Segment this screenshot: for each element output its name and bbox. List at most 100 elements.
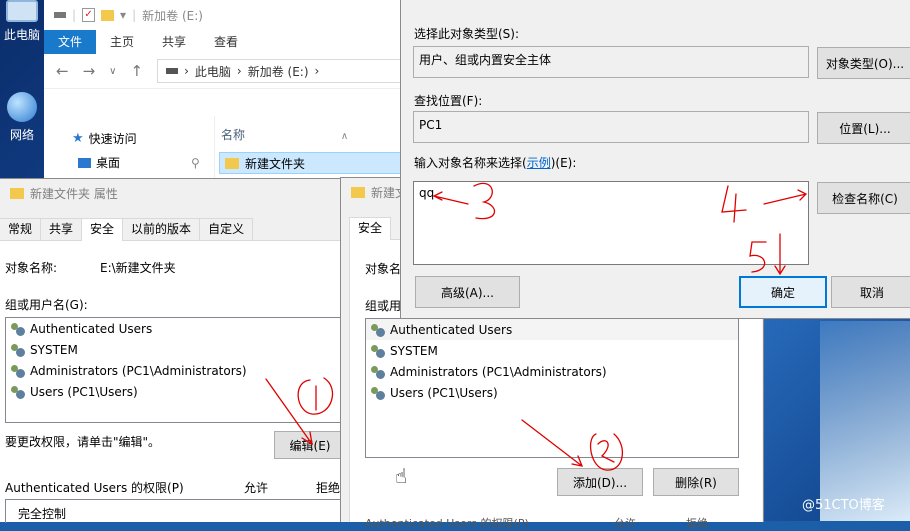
object-name-label: 对象名称: (5, 261, 58, 275)
location-field: PC1 (413, 111, 809, 143)
pin-icon[interactable]: ⚲ (191, 156, 200, 170)
remove-button[interactable]: 删除(R) (653, 468, 739, 496)
permissions-label: Authenticated Users 的权限(P) (5, 481, 184, 495)
permissions-list[interactable]: 完全控制 (5, 499, 346, 523)
groups-label: 组或用户名(G): (5, 298, 88, 312)
users-group-icon (10, 385, 26, 399)
folder-name: 新建文件夹 (245, 156, 306, 171)
list-item[interactable]: Administrators (PC1\Administrators) (6, 360, 346, 381)
list-item[interactable]: Administrators (PC1\Administrators) (366, 361, 738, 382)
location-label: 查找位置(F): (414, 94, 483, 108)
locations-button[interactable]: 位置(L)... (817, 112, 910, 144)
users-group-icon (10, 322, 26, 336)
object-names-label: 输入对象名称来选择(示例)(E): (414, 156, 577, 170)
star-icon: ★ (72, 131, 84, 146)
check-names-button[interactable]: 检查名称(C) (817, 182, 910, 214)
users-group-icon (10, 343, 26, 357)
ribbon-tab-file[interactable]: 文件 (44, 30, 97, 54)
nav-quick-access[interactable]: ★ 快速访问 (72, 130, 137, 147)
groups-listbox[interactable]: Authenticated Users SYSTEM Administrator… (365, 318, 739, 458)
globe-icon (7, 92, 37, 122)
object-name-value: E:\新建文件夹 (100, 261, 176, 275)
breadcrumb-drive[interactable]: 新加卷 (E:) (248, 63, 309, 80)
properties-tabs: 常规 共享 安全 以前的版本 自定义 (0, 218, 344, 242)
object-names-input[interactable]: qq (413, 181, 809, 265)
ribbon-tab-home[interactable]: 主页 (96, 30, 148, 54)
quick-access-dropdown-icon[interactable]: ▾ (120, 8, 126, 22)
cancel-button[interactable]: 取消 (831, 276, 910, 308)
breadcrumb-separator: › (314, 64, 320, 78)
users-group-icon (370, 386, 386, 400)
tab-previous-versions[interactable]: 以前的版本 (122, 218, 201, 240)
nav-label: 快速访问 (88, 132, 137, 146)
users-group-icon (10, 364, 26, 378)
desktop-icon-network[interactable]: 网络 (0, 92, 44, 143)
sort-up-icon: ∧ (340, 131, 349, 142)
recent-dropdown-icon[interactable]: ∨ (109, 66, 116, 77)
properties-title: 新建文件夹 属性 (30, 187, 118, 201)
desktop-icon-label: 网络 (9, 128, 34, 142)
tab-general[interactable]: 常规 (0, 218, 42, 240)
drive-icon (166, 68, 179, 74)
explorer-window: | ✓ ▾ | 新加卷 (E:) 文件 主页 共享 查看 ← → ∨ ↑ › 此… (44, 0, 436, 180)
groups-listbox[interactable]: Authenticated Users SYSTEM Administrator… (5, 317, 346, 423)
folder-icon (351, 187, 365, 198)
desktop-icon-label: 此电脑 (3, 28, 40, 42)
list-item[interactable]: SYSTEM (366, 340, 738, 361)
deny-column-header: 拒绝 (686, 517, 708, 530)
list-item[interactable]: Authenticated Users (366, 319, 738, 340)
folder-icon[interactable] (101, 9, 115, 21)
tab-customize[interactable]: 自定义 (199, 218, 254, 240)
permissions-label: Authenticated Users 的权限(P) (365, 517, 529, 530)
users-group-icon (370, 323, 386, 337)
list-item[interactable]: Users (PC1\Users) (366, 382, 738, 403)
allow-column-header: 允许 (244, 481, 269, 495)
forward-arrow-icon[interactable]: → (83, 62, 96, 80)
examples-link[interactable]: 示例 (527, 156, 551, 170)
ribbon-tab-view[interactable]: 查看 (200, 30, 252, 54)
desktop-icon-this-pc[interactable]: 此电脑 (0, 0, 44, 43)
tab-security[interactable]: 安全 (81, 218, 124, 242)
explorer-title: 新加卷 (E:) (142, 8, 203, 23)
permission-row-label: 完全控制 (18, 507, 67, 521)
users-group-icon (370, 365, 386, 379)
drive-icon (54, 12, 66, 18)
object-name-label: 对象名 (365, 262, 402, 276)
back-arrow-icon[interactable]: ← (56, 62, 69, 80)
computer-icon (6, 0, 38, 22)
up-arrow-icon[interactable]: ↑ (130, 62, 143, 80)
desktop-icon (78, 157, 91, 168)
select-users-dialog: 选择此对象类型(S): 用户、组或内置安全主体 对象类型(O)... 查找位置(… (400, 0, 910, 319)
ok-button[interactable]: 确定 (739, 276, 827, 308)
list-item[interactable]: SYSTEM (6, 339, 346, 360)
ribbon-tabs: 文件 主页 共享 查看 (44, 30, 424, 54)
nav-desktop[interactable]: 桌面 ⚲ (78, 154, 200, 171)
folder-icon (225, 157, 239, 169)
properties-security-panel: 对象名称: E:\新建文件夹 组或用户名(G): Authenticated U… (0, 241, 346, 523)
tab-sharing[interactable]: 共享 (40, 218, 83, 240)
watermark: @51CTO博客 (802, 498, 885, 513)
desktop-light-beam (820, 321, 910, 521)
ribbon-tab-share[interactable]: 共享 (148, 30, 200, 54)
add-button[interactable]: 添加(D)... (557, 468, 643, 496)
mouse-cursor-hand-icon: ☝ (395, 464, 408, 488)
groups-label: 组或用 (365, 299, 402, 313)
list-item[interactable]: Users (PC1\Users) (6, 381, 346, 402)
address-bar[interactable]: › 此电脑 › 新加卷 (E:) › (157, 59, 424, 83)
deny-column-header: 拒绝 (316, 481, 341, 495)
object-types-button[interactable]: 对象类型(O)... (817, 47, 910, 79)
users-group-icon (370, 344, 386, 358)
advanced-button[interactable]: 高级(A)... (415, 276, 520, 308)
list-item[interactable]: Authenticated Users (6, 318, 346, 339)
explorer-titlebar: | ✓ ▾ | 新加卷 (E:) (44, 0, 424, 30)
tab-security[interactable]: 安全 (349, 217, 392, 241)
breadcrumb-separator: › (236, 64, 242, 78)
column-header-name[interactable]: 名称 ∧ (215, 116, 425, 143)
properties-check-icon[interactable]: ✓ (82, 8, 96, 22)
nav-label: 桌面 (96, 156, 121, 170)
folder-icon (10, 188, 24, 199)
breadcrumb-separator: › (184, 64, 189, 78)
breadcrumb-this-pc[interactable]: 此电脑 (195, 63, 231, 80)
object-type-field: 用户、组或内置安全主体 (413, 46, 809, 78)
edit-button[interactable]: 编辑(E) (274, 431, 345, 459)
